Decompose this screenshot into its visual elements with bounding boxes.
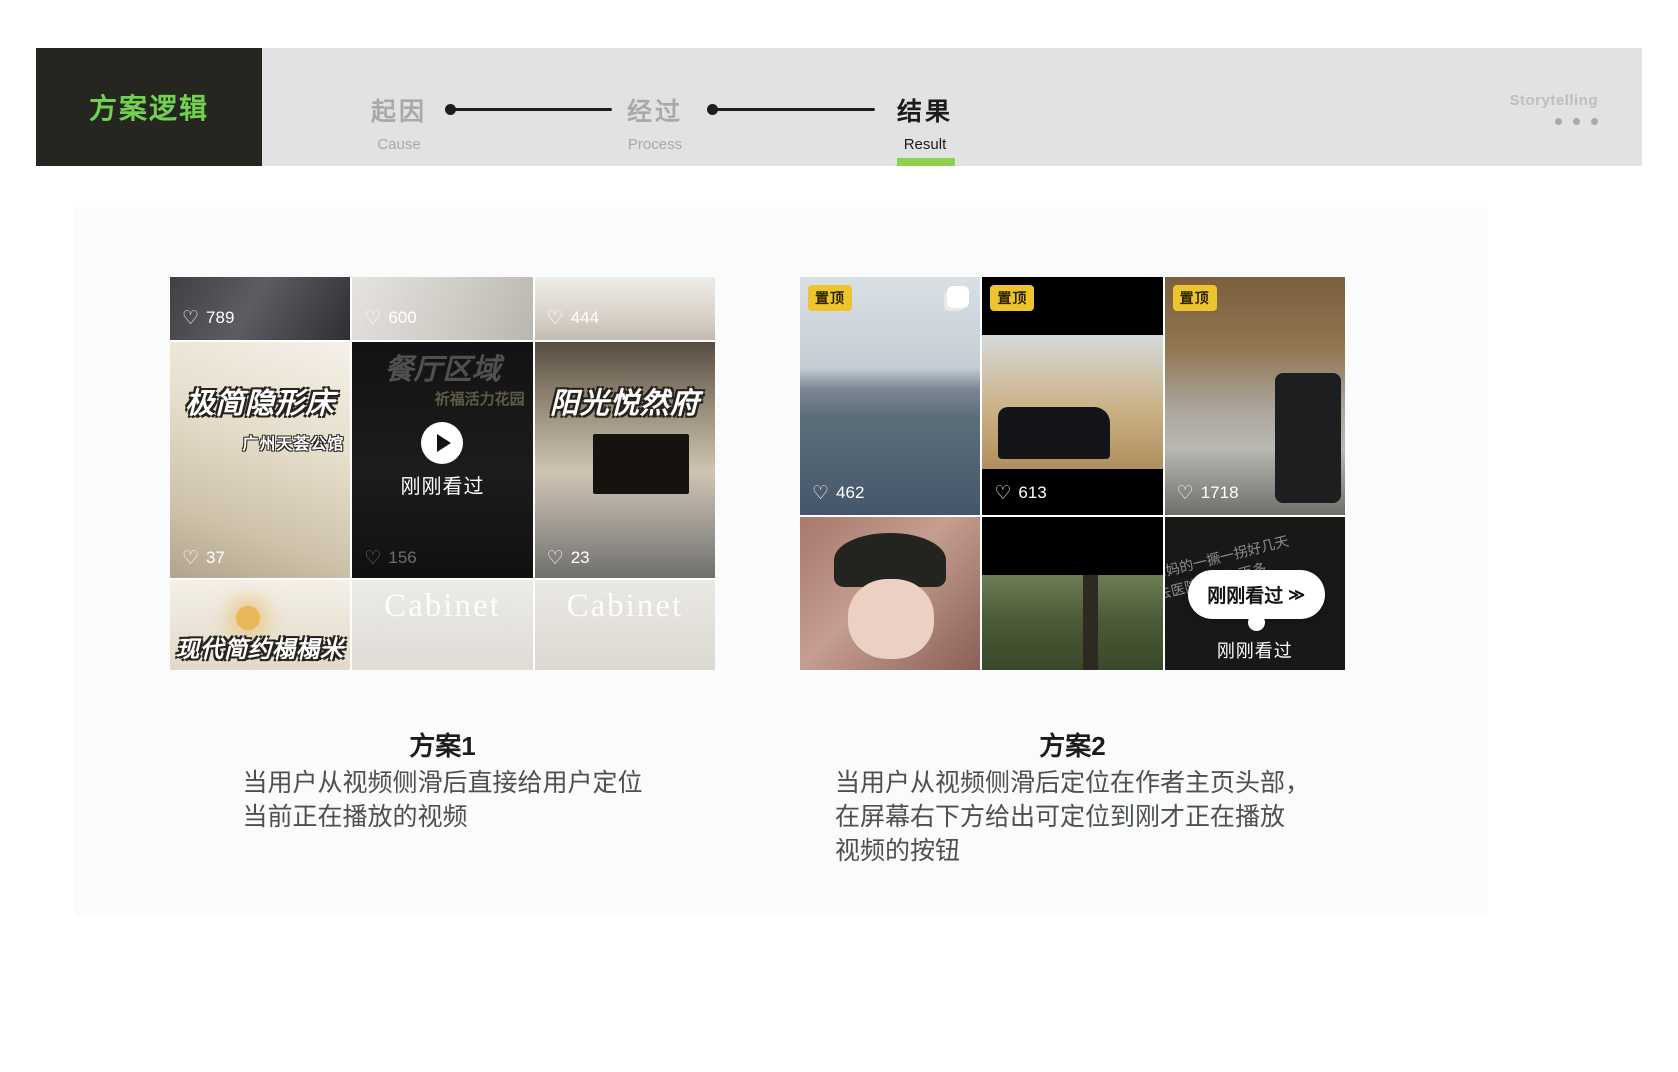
video-thumbnail-just-watched[interactable]: 它妈的一撅一拐好几天 去医院花了六百多 刚刚看过 ≫ 刚刚看过 <box>1165 517 1345 670</box>
like-count: ♡ 789 <box>182 308 234 328</box>
video-thumbnail[interactable]: Cabinet <box>535 580 715 670</box>
video-cover-subtitle: 祈福活力花园 <box>435 388 525 409</box>
like-count: ♡ 613 <box>994 483 1046 503</box>
plan1-video-grid: ♡ 789 ♡ 600 ♡ 444 极简隐形床 广州天荟公馆 ♡ 37 <box>170 277 715 670</box>
video-thumbnail[interactable]: 阳光悦然府 ♡ 23 <box>535 342 715 578</box>
photo-stack-icon <box>947 286 969 308</box>
tree-trunk-shape <box>1083 575 1098 670</box>
heart-icon: ♡ <box>547 309 564 328</box>
pinned-badge: 置顶 <box>808 285 852 311</box>
like-count-value: 444 <box>571 308 599 328</box>
video-thumbnail[interactable]: 极简隐形床 广州天荟公馆 ♡ 37 <box>170 342 350 578</box>
like-count: ♡ 444 <box>547 308 599 328</box>
ceiling-lamp-shape <box>236 606 260 630</box>
like-count-value: 37 <box>206 548 225 568</box>
timeline-step-process[interactable]: 经过 Process <box>627 92 683 153</box>
pinned-badge: 置顶 <box>1173 285 1217 311</box>
just-watched-label: 刚刚看过 <box>352 470 532 499</box>
plan2-title: 方案2 <box>800 726 1345 763</box>
like-count-value: 789 <box>206 308 234 328</box>
video-thumbnail[interactable]: ♡ 600 <box>352 277 532 340</box>
video-thumbnail[interactable]: 现代简约榻榻米 <box>170 580 350 670</box>
step-process-label-zh: 经过 <box>627 92 683 128</box>
plan2-desc-line3: 视频的按钮 <box>835 834 1310 868</box>
video-thumbnail-just-watched[interactable]: 餐厅区域 祈福活力花园 刚刚看过 ♡ 156 <box>352 342 532 578</box>
menu-dots <box>1555 118 1598 125</box>
heart-icon: ♡ <box>1177 484 1194 503</box>
active-step-underline <box>897 158 955 166</box>
heart-icon: ♡ <box>547 549 564 568</box>
step-process-label-en: Process <box>627 136 683 153</box>
just-watched-button-label: 刚刚看过 <box>1207 581 1283 608</box>
video-thumbnail[interactable] <box>800 517 980 670</box>
like-count: ♡ 23 <box>547 548 590 568</box>
just-watched-label: 刚刚看过 <box>1165 637 1345 663</box>
timeline-line <box>454 108 612 111</box>
video-thumbnail-pinned[interactable]: 置顶 ♡ 613 <box>982 277 1162 515</box>
video-thumbnail-pinned[interactable]: 置顶 ♡ 1718 <box>1165 277 1345 515</box>
double-chevron-icon: ≫ <box>1288 585 1305 605</box>
like-count-value: 1718 <box>1201 483 1239 503</box>
plan2-desc-line2: 在屏幕右下方给出可定位到刚才正在播放 <box>835 800 1310 834</box>
video-cover-title: Cabinet <box>535 588 715 625</box>
like-count-value: 600 <box>388 308 416 328</box>
face-shape <box>848 579 934 659</box>
brand-title: 方案逻辑 <box>89 87 209 127</box>
button-bubble-tail <box>1248 614 1265 631</box>
plan1-desc-line2: 当前正在播放的视频 <box>242 800 642 834</box>
header-bar: 方案逻辑 起因 Cause 经过 Process 结果 Result Story… <box>36 48 1642 166</box>
video-thumbnail[interactable]: Cabinet <box>352 580 532 670</box>
like-count-value: 23 <box>571 548 590 568</box>
heart-icon: ♡ <box>994 484 1011 503</box>
just-watched-button[interactable]: 刚刚看过 ≫ <box>1188 570 1325 619</box>
heart-icon: ♡ <box>182 549 199 568</box>
like-count: ♡ 462 <box>812 483 864 503</box>
plan2-video-grid: 置顶 ♡ 462 置顶 ♡ 613 置顶 ♡ 1718 <box>800 277 1345 670</box>
heart-icon: ♡ <box>364 309 381 328</box>
brand-box: 方案逻辑 <box>36 48 262 166</box>
video-cover-title: Cabinet <box>352 588 532 625</box>
play-icon[interactable] <box>421 422 463 464</box>
timeline-step-result[interactable]: 结果 Result <box>897 92 953 153</box>
video-cover-title: 极简隐形床 <box>170 380 350 422</box>
video-cover-title: 餐厅区域 <box>352 346 532 388</box>
timeline-step-cause[interactable]: 起因 Cause <box>371 92 427 153</box>
video-thumbnail[interactable] <box>982 517 1162 670</box>
step-result-label-zh: 结果 <box>897 92 953 128</box>
like-count-value: 613 <box>1018 483 1046 503</box>
heart-icon: ♡ <box>812 484 829 503</box>
step-cause-label-zh: 起因 <box>371 92 427 128</box>
plan1-description: 当用户从视频侧滑后直接给用户定位 当前正在播放的视频 <box>170 766 715 834</box>
like-count-value: 156 <box>388 548 416 568</box>
plan1-desc-line1: 当用户从视频侧滑后直接给用户定位 <box>242 766 642 800</box>
like-count: ♡ 156 <box>364 548 416 568</box>
like-count: ♡ 37 <box>182 548 225 568</box>
video-cover-title: 现代简约榻榻米 <box>170 630 350 664</box>
tv-screen-shape <box>593 434 689 494</box>
car-shape <box>1275 373 1341 503</box>
step-cause-label-en: Cause <box>371 136 427 153</box>
timeline-line <box>716 108 875 111</box>
step-result-label-en: Result <box>897 136 953 153</box>
slide: 方案逻辑 起因 Cause 经过 Process 结果 Result Story… <box>0 0 1678 1072</box>
video-thumbnail[interactable]: ♡ 444 <box>535 277 715 340</box>
pinned-badge: 置顶 <box>990 285 1034 311</box>
garden-photo <box>982 575 1162 670</box>
suv-shape <box>998 407 1110 459</box>
video-thumbnail-pinned[interactable]: 置顶 ♡ 462 <box>800 277 980 515</box>
video-cover-subtitle: 广州天荟公馆 <box>242 430 344 454</box>
plan2-description: 当用户从视频侧滑后定位在作者主页头部， 在屏幕右下方给出可定位到刚才正在播放 视… <box>800 766 1345 868</box>
storytelling-watermark: Storytelling <box>1509 92 1598 109</box>
plan1-title: 方案1 <box>170 726 715 763</box>
like-count-value: 462 <box>836 483 864 503</box>
like-count: ♡ 1718 <box>1177 483 1239 503</box>
like-count: ♡ 600 <box>364 308 416 328</box>
video-cover-title: 阳光悦然府 <box>535 380 715 422</box>
heart-icon: ♡ <box>182 309 199 328</box>
plan2-desc-line1: 当用户从视频侧滑后定位在作者主页头部， <box>835 766 1310 800</box>
heart-icon: ♡ <box>364 549 381 568</box>
video-thumbnail[interactable]: ♡ 789 <box>170 277 350 340</box>
